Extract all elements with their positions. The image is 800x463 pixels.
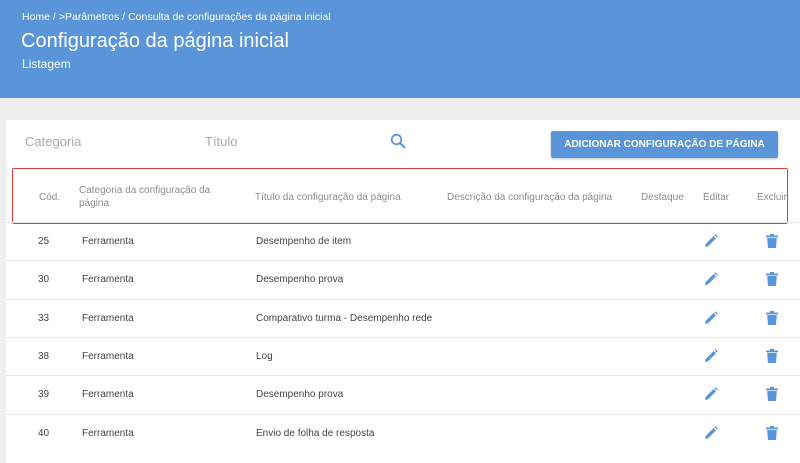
row-category: Ferramenta: [82, 350, 134, 362]
row-code: 38: [38, 350, 50, 362]
row-category: Ferramenta: [82, 274, 134, 286]
breadcrumb-home[interactable]: Home /: [22, 11, 56, 23]
page-title: Configuração da página inicial: [21, 30, 289, 52]
row-title: Desempenho prova: [256, 274, 344, 286]
col-edit: Editar: [703, 192, 730, 203]
row-code: 39: [38, 389, 50, 401]
page-subtitle: Listagem: [22, 57, 71, 71]
table-row: 40 Ferramenta Envio de folha de resposta: [6, 413, 800, 452]
col-highlight[interactable]: Destaque: [641, 191, 684, 204]
search-icon[interactable]: [390, 133, 406, 149]
row-category: Ferramenta: [82, 312, 134, 324]
table-row: 33 Ferramenta Comparativo turma - Desempen…: [6, 298, 800, 337]
table-row: 39 Ferramenta Desempenho prova: [6, 375, 800, 413]
col-title[interactable]: Título da configuração da página: [255, 191, 401, 204]
table-row: 30 Ferramenta Desempenho prova: [6, 260, 800, 298]
category-filter-input[interactable]: Categoria: [25, 134, 81, 149]
pencil-icon[interactable]: [704, 387, 718, 401]
breadcrumb: Home / >Parâmetros / Consulta de configura…: [22, 11, 334, 23]
pencil-icon[interactable]: [704, 349, 718, 363]
trash-icon[interactable]: [766, 234, 778, 248]
col-description[interactable]: Descrição da configuração da página: [447, 191, 612, 204]
pencil-icon[interactable]: [704, 272, 718, 286]
listing-card: Categoria Título ADICIONAR CONFIGURAÇÃO …: [6, 120, 800, 463]
row-category: Ferramenta: [82, 389, 134, 401]
row-code: 33: [38, 312, 50, 324]
row-category: Ferramenta: [82, 427, 134, 439]
col-category[interactable]: Categoria da configuração da página: [79, 184, 229, 210]
page-header: Home / >Parâmetros / Consulta de configura…: [0, 0, 800, 98]
pencil-icon[interactable]: [704, 234, 718, 248]
breadcrumb-parametros[interactable]: >Parâmetros /: [59, 11, 125, 23]
row-code: 30: [38, 274, 50, 286]
row-title: Log: [256, 350, 273, 362]
breadcrumb-current: Consulta de configurações da página inic…: [128, 11, 331, 23]
row-title: Desempenho prova: [256, 389, 344, 401]
col-code[interactable]: Cód.: [39, 191, 60, 204]
row-code: 40: [38, 427, 50, 439]
title-filter-input[interactable]: Título: [205, 134, 238, 149]
trash-icon[interactable]: [766, 272, 778, 287]
add-page-config-button[interactable]: ADICIONAR CONFIGURAÇÃO DE PÁGINA: [551, 131, 778, 158]
row-code: 25: [38, 236, 50, 247]
pencil-icon[interactable]: [704, 310, 718, 325]
trash-icon[interactable]: [766, 310, 778, 325]
table-row: 25 Ferramenta Desempenho de item: [6, 222, 800, 260]
trash-icon[interactable]: [766, 348, 778, 363]
col-delete: Excluir: [757, 192, 788, 203]
row-title: Desempenho de item: [256, 236, 352, 247]
table-header-row: Cód. Categoria da configuração da página…: [12, 168, 788, 224]
row-category: Ferramenta: [82, 236, 134, 247]
trash-icon[interactable]: [766, 387, 778, 402]
row-title: Envio de folha de resposta: [256, 427, 375, 439]
pencil-icon[interactable]: [704, 425, 718, 440]
row-title: Comparativo turma - Desempenho rede: [256, 312, 433, 324]
trash-icon[interactable]: [766, 425, 778, 440]
table-row: 38 Ferramenta Log: [6, 336, 800, 375]
